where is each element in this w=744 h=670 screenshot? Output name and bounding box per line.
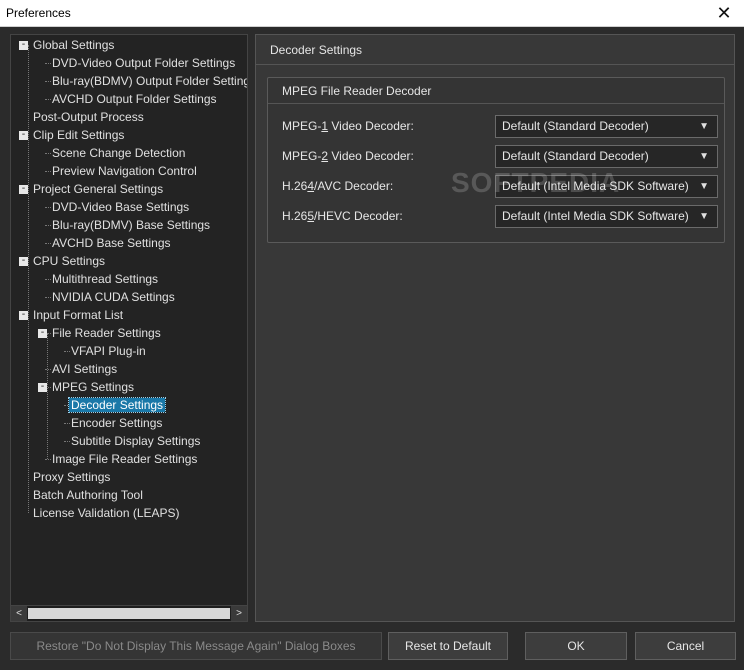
tree-item[interactable]: MPEG Settings	[50, 378, 136, 396]
window-title: Preferences	[6, 6, 71, 20]
tree-item[interactable]: Preview Navigation Control	[50, 162, 199, 180]
tree-item-label: DVD-Video Output Folder Settings	[52, 56, 236, 70]
ok-button[interactable]: OK	[525, 632, 627, 660]
tree-item[interactable]: Multithread Settings	[50, 270, 160, 288]
tree-item-label: Encoder Settings	[71, 416, 163, 430]
content-header: Decoder Settings	[256, 35, 734, 65]
tree-item[interactable]: VFAPI Plug-in	[69, 342, 148, 360]
tree-item[interactable]: Global Settings	[31, 36, 116, 54]
field-row-h265: H.265/HEVC Decoder: Default (Intel Media…	[282, 205, 718, 229]
tree-item-label: AVCHD Base Settings	[52, 236, 171, 250]
tree-item-label: License Validation (LEAPS)	[33, 506, 180, 520]
chevron-down-icon: ▼	[699, 181, 709, 192]
tree-guide-line	[28, 45, 29, 513]
tree-item[interactable]: File Reader Settings	[50, 324, 163, 342]
tree-item[interactable]: Encoder Settings	[69, 414, 164, 432]
tree-item[interactable]: Image File Reader Settings	[50, 450, 199, 468]
tree-item-label: Decoder Settings	[67, 397, 167, 413]
tree-item-label: Input Format List	[33, 308, 124, 322]
tree-guide-line	[47, 333, 48, 459]
title-bar: Preferences ✕	[0, 0, 744, 27]
field-label: MPEG-2 Video Decoder:	[282, 149, 414, 163]
tree-item-label: Multithread Settings	[52, 272, 159, 286]
tree-item-label: File Reader Settings	[52, 326, 161, 340]
tree-item[interactable]: Scene Change Detection	[50, 144, 187, 162]
tree-item-label: Scene Change Detection	[52, 146, 186, 160]
tree-item[interactable]: License Validation (LEAPS)	[31, 504, 182, 522]
field-label: H.264/AVC Decoder:	[282, 179, 394, 193]
settings-tree[interactable]: - Global Settings DVD-Video Output Folder …	[11, 35, 247, 605]
collapse-icon[interactable]: -	[19, 184, 28, 194]
tree-item-label: DVD-Video Base Settings	[52, 200, 190, 214]
tree-item-label: Preview Navigation Control	[52, 164, 197, 178]
tree-item[interactable]: Clip Edit Settings	[31, 126, 126, 144]
tree-item[interactable]: Blu-ray(BDMV) Output Folder Settings	[50, 72, 247, 90]
collapse-icon[interactable]: -	[38, 328, 47, 338]
tree-item[interactable]: Decoder Settings	[67, 396, 167, 414]
collapse-icon[interactable]: -	[19, 40, 28, 50]
chevron-down-icon: ▼	[699, 211, 709, 222]
scrollbar-thumb[interactable]	[28, 608, 230, 619]
mpeg1-decoder-select[interactable]: Default (Standard Decoder) ▼	[495, 115, 718, 138]
field-row-h264: H.264/AVC Decoder: Default (Intel Media …	[282, 175, 718, 199]
h265-decoder-select[interactable]: Default (Intel Media SDK Software) ▼	[495, 205, 718, 228]
collapse-icon[interactable]: -	[19, 130, 28, 140]
tree-item[interactable]: Project General Settings	[31, 180, 165, 198]
tree-item[interactable]: Blu-ray(BDMV) Base Settings	[50, 216, 212, 234]
tree-item[interactable]: Subtitle Display Settings	[69, 432, 202, 450]
h264-decoder-select[interactable]: Default (Intel Media SDK Software) ▼	[495, 175, 718, 198]
field-label: H.265/HEVC Decoder:	[282, 209, 403, 223]
decoder-group: MPEG File Reader Decoder MPEG-1 Video De…	[267, 77, 725, 243]
tree-item-label: CPU Settings	[33, 254, 106, 268]
settings-tree-panel: - Global Settings DVD-Video Output Folder …	[10, 34, 248, 622]
tree-item-label: Clip Edit Settings	[33, 128, 125, 142]
close-icon[interactable]: ✕	[704, 0, 744, 26]
tree-item[interactable]: AVI Settings	[50, 360, 119, 378]
field-row-mpeg1: MPEG-1 Video Decoder: Default (Standard …	[282, 115, 718, 139]
tree-item-label: Global Settings	[33, 38, 115, 52]
tree-item-label: AVCHD Output Folder Settings	[52, 92, 217, 106]
tree-item-label: Batch Authoring Tool	[33, 488, 143, 502]
tree-item-label: Blu-ray(BDMV) Output Folder Settings	[52, 74, 247, 88]
mpeg2-decoder-select[interactable]: Default (Standard Decoder) ▼	[495, 145, 718, 168]
tree-item-label: NVIDIA CUDA Settings	[52, 290, 175, 304]
tree-item-label: MPEG Settings	[52, 380, 135, 394]
tree-item[interactable]: Batch Authoring Tool	[31, 486, 145, 504]
chevron-down-icon: ▼	[699, 121, 709, 132]
reset-to-default-button[interactable]: Reset to Default	[388, 632, 508, 660]
field-label: MPEG-1 Video Decoder:	[282, 119, 414, 133]
tree-item[interactable]: CPU Settings	[31, 252, 107, 270]
tree-item-label: Subtitle Display Settings	[71, 434, 201, 448]
tree-item-label: Blu-ray(BDMV) Base Settings	[52, 218, 211, 232]
tree-item[interactable]: AVCHD Output Folder Settings	[50, 90, 219, 108]
tree-item-label: AVI Settings	[52, 362, 118, 376]
tree-item-label: Image File Reader Settings	[52, 452, 198, 466]
tree-horizontal-scrollbar[interactable]: < >	[11, 605, 247, 621]
group-title: MPEG File Reader Decoder	[268, 78, 724, 104]
tree-item[interactable]: Post-Output Process	[31, 108, 146, 126]
tree-item[interactable]: DVD-Video Output Folder Settings	[50, 54, 237, 72]
tree-item[interactable]: Input Format List	[31, 306, 125, 324]
tree-item-label: VFAPI Plug-in	[71, 344, 146, 358]
scroll-right-icon[interactable]: >	[231, 606, 247, 621]
restore-dialogs-button[interactable]: Restore "Do Not Display This Message Aga…	[10, 632, 382, 660]
tree-item-label: Proxy Settings	[33, 470, 111, 484]
tree-item[interactable]: NVIDIA CUDA Settings	[50, 288, 177, 306]
tree-item-label: Post-Output Process	[33, 110, 144, 124]
cancel-button[interactable]: Cancel	[635, 632, 736, 660]
collapse-icon[interactable]: -	[38, 382, 47, 392]
tree-item[interactable]: DVD-Video Base Settings	[50, 198, 191, 216]
tree-item[interactable]: AVCHD Base Settings	[50, 234, 173, 252]
field-row-mpeg2: MPEG-2 Video Decoder: Default (Standard …	[282, 145, 718, 169]
scroll-left-icon[interactable]: <	[11, 606, 27, 621]
tree-item[interactable]: Proxy Settings	[31, 468, 112, 486]
tree-item-label: Project General Settings	[33, 182, 164, 196]
chevron-down-icon: ▼	[699, 151, 709, 162]
collapse-icon[interactable]: -	[19, 256, 28, 266]
collapse-icon[interactable]: -	[19, 310, 28, 320]
content-panel: Decoder Settings MPEG File Reader Decode…	[255, 34, 735, 622]
